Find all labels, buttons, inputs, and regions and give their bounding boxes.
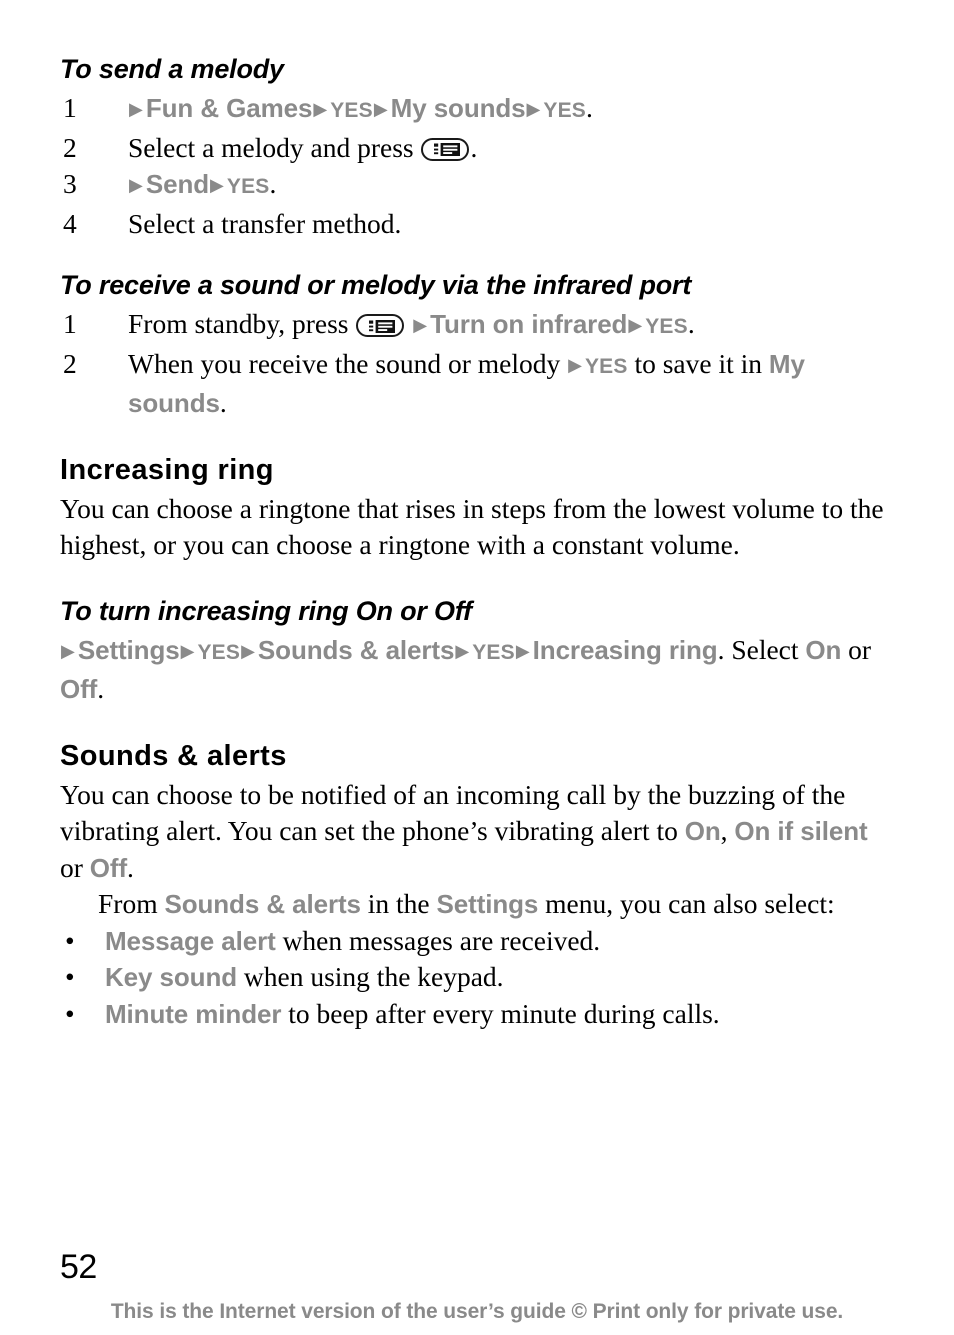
menu-key-icon bbox=[356, 314, 405, 337]
steps-send-melody: 1 ▶ Fun & Games▶ YES▶ My sounds▶ YES. 2 Select … bbox=[60, 90, 890, 242]
ui-menu-reference: Minute minder bbox=[105, 998, 282, 1029]
ui-menu-reference: Key sound bbox=[105, 962, 238, 992]
navigation-arrow-icon: ▶ bbox=[313, 99, 328, 120]
ui-menu-reference: Turn on infrared bbox=[430, 309, 628, 339]
paragraph-increasing-ring: You can choose a ringtone that rises in … bbox=[60, 492, 884, 561]
ui-key-reference: YES bbox=[584, 354, 628, 378]
heading-to-receive-sound-melody-infrared: To receive a sound or melody via the inf… bbox=[60, 270, 692, 300]
ui-key-reference: YES bbox=[645, 315, 688, 338]
navigation-arrow-icon: ▶ bbox=[515, 640, 530, 662]
ui-menu-reference: On bbox=[684, 816, 721, 846]
step-number: 4 bbox=[63, 207, 77, 239]
ui-menu-reference: My sounds bbox=[390, 93, 526, 123]
navigation-arrow-icon: ▶ bbox=[180, 640, 195, 662]
ui-menu-reference: Off bbox=[89, 852, 128, 883]
ui-menu-reference: Off bbox=[60, 674, 98, 704]
step-text: ▶ Fun & Games▶ YES▶ My sounds▶ YES. bbox=[129, 92, 593, 123]
heading-to-send-a-melody: To send a melody bbox=[60, 54, 284, 84]
heading-to-turn-increasing-ring: To turn increasing ring On or Off bbox=[60, 595, 472, 626]
bullet-icon: • bbox=[65, 961, 75, 992]
paragraph-vibrating-alert: You can choose to be notified of an inco… bbox=[60, 778, 868, 883]
navigation-arrow-icon: ▶ bbox=[61, 640, 75, 662]
step-number: 1 bbox=[63, 308, 77, 339]
menu-key-icon bbox=[421, 137, 470, 161]
navigation-arrow-icon: ▶ bbox=[241, 640, 255, 662]
navigation-arrow-icon: ▶ bbox=[129, 99, 143, 120]
ui-menu-reference: Fun & Games bbox=[145, 93, 313, 123]
bullet-list-sounds-alerts: • Message alert when messages are receive… bbox=[60, 923, 890, 1033]
ui-menu-reference: On if silent bbox=[734, 816, 868, 846]
navigation-arrow-icon: ▶ bbox=[413, 315, 428, 336]
list-item-text: Message alert when messages are received… bbox=[105, 924, 601, 956]
ui-menu-reference: Sounds & alerts bbox=[164, 889, 361, 919]
numbered-step: 1 From standby, press ▶ Turn on infrared▶ Y… bbox=[60, 306, 890, 346]
bullet-icon: • bbox=[65, 924, 75, 956]
page-number: 52 bbox=[60, 1248, 97, 1286]
step-number: 2 bbox=[63, 347, 77, 379]
ui-menu-reference: On bbox=[805, 634, 842, 665]
step-text: ▶ Send▶ YES. bbox=[129, 168, 277, 199]
navigation-arrow-icon: ▶ bbox=[568, 354, 582, 376]
ui-menu-reference: Settings bbox=[436, 889, 539, 919]
step-text: From standby, press ▶ Turn on infrared▶ YE… bbox=[128, 308, 695, 339]
step-text: Select a melody and press . bbox=[128, 131, 478, 163]
navigation-arrow-icon: ▶ bbox=[455, 640, 470, 662]
paragraph-turn-increasing-ring: ▶ Settings▶ YES▶ Sounds & alerts▶ YES▶ Increa… bbox=[60, 633, 872, 705]
list-item: • Message alert when messages are receive… bbox=[60, 923, 890, 960]
ui-key-reference: YES bbox=[226, 175, 270, 198]
step-text: Select a transfer method. bbox=[128, 207, 402, 239]
list-item-text: Minute minder to beep after every minute… bbox=[105, 997, 720, 1029]
list-item-text: Key sound when using the keypad. bbox=[105, 961, 504, 992]
navigation-arrow-icon: ▶ bbox=[526, 99, 541, 120]
ui-key-reference: YES bbox=[330, 99, 373, 122]
step-number: 3 bbox=[63, 168, 77, 199]
ui-menu-reference: Settings bbox=[77, 634, 180, 665]
navigation-arrow-icon: ▶ bbox=[129, 175, 143, 196]
list-item: • Key sound when using the keypad. bbox=[60, 959, 890, 996]
numbered-step: 4 Select a transfer method. bbox=[60, 206, 890, 243]
ui-key-reference: YES bbox=[197, 640, 241, 664]
ui-menu-reference: Send bbox=[145, 169, 210, 199]
heading-sounds-and-alerts: Sounds & alerts bbox=[60, 739, 287, 772]
list-item: • Minute minder to beep after every minut… bbox=[60, 996, 890, 1033]
steps-receive-infrared: 1 From standby, press ▶ Turn on infrared▶ Y… bbox=[60, 306, 890, 422]
ui-key-reference: YES bbox=[472, 640, 515, 664]
ui-menu-reference: Sounds & alerts bbox=[257, 634, 455, 665]
numbered-step: 3 ▶ Send▶ YES. bbox=[60, 166, 890, 206]
manual-page: To send a melody 1 ▶ Fun & Games▶ YES▶ My so… bbox=[0, 0, 954, 1335]
footer-note: This is the Internet version of the user… bbox=[110, 1300, 844, 1323]
numbered-step: 1 ▶ Fun & Games▶ YES▶ My sounds▶ YES. bbox=[60, 90, 890, 130]
ui-menu-reference: Increasing ring bbox=[532, 634, 718, 665]
step-text: When you receive the sound or melody ▶ YE… bbox=[128, 347, 805, 419]
ui-key-reference: YES bbox=[543, 99, 587, 122]
paragraph-from-sounds-alerts: From Sounds & alerts in the Settings men… bbox=[98, 888, 835, 919]
numbered-step: 2 Select a melody and press . bbox=[60, 130, 890, 167]
step-number: 1 bbox=[63, 92, 77, 123]
numbered-step: 2 When you receive the sound or melody ▶ Y… bbox=[60, 346, 890, 422]
page-content: To send a melody 1 ▶ Fun & Games▶ YES▶ My so… bbox=[60, 52, 890, 1032]
heading-increasing-ring: Increasing ring bbox=[60, 453, 274, 486]
navigation-arrow-icon: ▶ bbox=[628, 315, 643, 336]
step-number: 2 bbox=[63, 131, 77, 163]
navigation-arrow-icon: ▶ bbox=[210, 175, 224, 196]
ui-menu-reference: My sounds bbox=[128, 348, 805, 419]
ui-menu-reference: Message alert bbox=[105, 925, 276, 956]
navigation-arrow-icon: ▶ bbox=[373, 99, 388, 120]
bullet-icon: • bbox=[65, 997, 75, 1029]
